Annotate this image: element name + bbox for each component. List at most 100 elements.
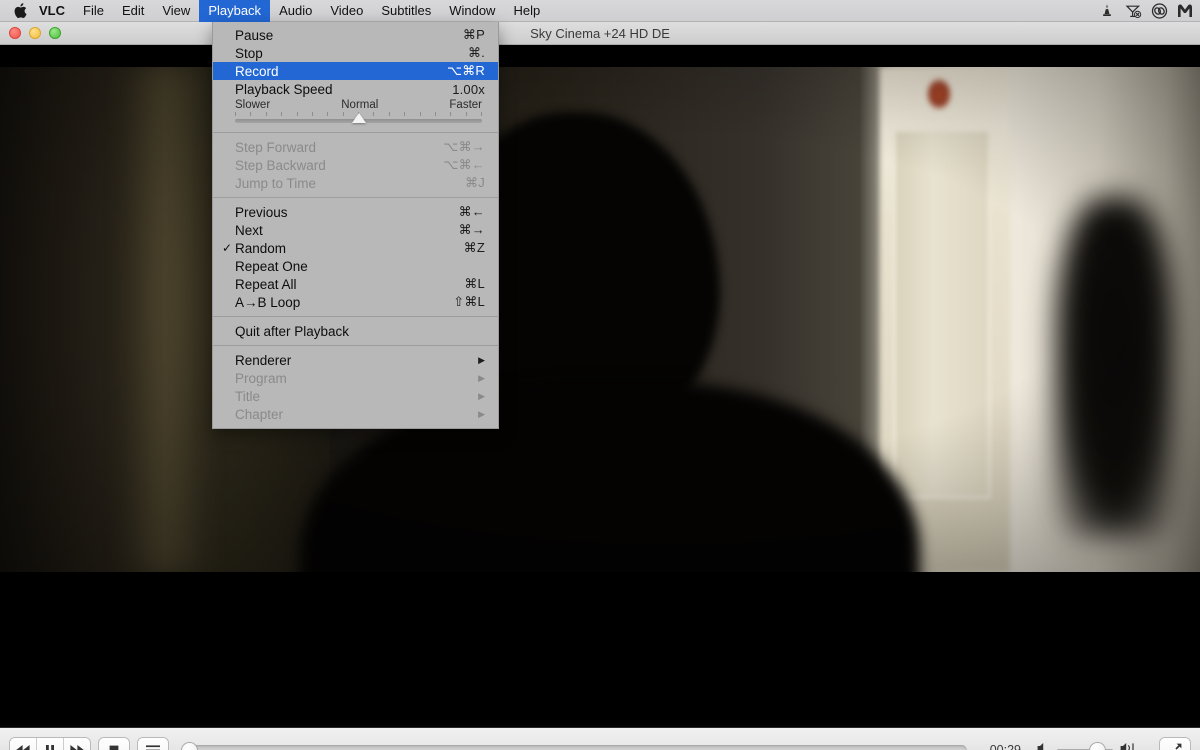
menu-item-shortcut: ⌘. <box>467 45 485 60</box>
minimize-button[interactable] <box>29 27 41 39</box>
menu-bar-item-view[interactable]: View <box>153 0 199 22</box>
playback-speed-slider[interactable]: Slower Normal Faster <box>213 98 498 127</box>
menu-item-pause[interactable]: Pause ⌘P <box>213 26 498 44</box>
menu-item-label: Previous <box>235 204 288 220</box>
menu-item-jump-to-time: Jump to Time ⌘J <box>213 174 498 192</box>
menu-item-label: Step Backward <box>235 157 326 173</box>
menu-item-label: Record <box>235 63 279 79</box>
speed-tick <box>327 112 329 116</box>
menu-item-shortcut: ⌘P <box>462 27 485 42</box>
menu-item-renderer[interactable]: Renderer ▶ <box>213 351 498 369</box>
seek-bar[interactable] <box>182 742 967 750</box>
menu-item-quit-after-playback[interactable]: Quit after Playback <box>213 322 498 340</box>
menu-item-step-backward: Step Backward ⌥⌘← <box>213 156 498 174</box>
menu-item-random[interactable]: ✓ Random ⌘Z <box>213 239 498 257</box>
menu-item-shortcut: ⌥⌘→ <box>443 139 485 154</box>
speed-tick <box>235 112 236 116</box>
menu-bar-item-vlc[interactable]: VLC <box>30 0 74 22</box>
menu-separator <box>213 132 498 133</box>
video-surface[interactable] <box>0 45 1200 727</box>
menu-bar-item-help[interactable]: Help <box>504 0 549 22</box>
menu-item-label: Renderer <box>235 352 292 368</box>
close-button[interactable] <box>9 27 21 39</box>
menu-bar-item-window[interactable]: Window <box>440 0 504 22</box>
menu-item-shortcut: 1.00x <box>452 81 485 97</box>
pause-button[interactable] <box>37 738 64 750</box>
menu-item-shortcut: ⌘→ <box>458 222 485 237</box>
menu-item-shortcut: ⌥⌘← <box>443 157 485 172</box>
zoom-button[interactable] <box>49 27 61 39</box>
menu-item-repeat-one[interactable]: Repeat One <box>213 257 498 275</box>
window-controls <box>0 27 61 39</box>
speed-tick <box>281 112 283 116</box>
menu-item-previous[interactable]: Previous ⌘← <box>213 203 498 221</box>
speed-label-center: Normal <box>341 99 379 111</box>
monitor-m-icon[interactable] <box>1172 0 1198 22</box>
menu-item-shortcut: ⌘← <box>458 204 485 219</box>
seek-knob[interactable] <box>182 742 197 750</box>
menu-item-label: Stop <box>235 45 263 61</box>
speed-label-left: Slower <box>235 99 271 111</box>
volume-control[interactable] <box>1037 741 1139 750</box>
speed-tick <box>434 112 436 116</box>
menu-bar-item-subtitles[interactable]: Subtitles <box>372 0 440 22</box>
menu-item-playback-speed[interactable]: Playback Speed 1.00x <box>213 80 498 98</box>
airdrop-disabled-icon[interactable] <box>1120 0 1146 22</box>
stop-button[interactable] <box>99 738 129 750</box>
menu-item-label: Pause <box>235 27 274 43</box>
menu-item-repeat-all[interactable]: Repeat All ⌘L <box>213 275 498 293</box>
speed-label-right: Faster <box>449 99 482 111</box>
menu-item-a-b-loop[interactable]: A→B Loop ⇧⌘L <box>213 293 498 311</box>
submenu-arrow-icon: ▶ <box>478 390 485 401</box>
menu-item-label: Jump to Time <box>235 175 317 191</box>
apple-logo-icon[interactable] <box>0 0 30 22</box>
fast-forward-button[interactable] <box>64 738 90 750</box>
menu-item-label: Playback Speed <box>235 81 333 97</box>
playlist-button[interactable] <box>138 738 168 750</box>
menu-item-next[interactable]: Next ⌘→ <box>213 221 498 239</box>
creative-cloud-icon[interactable] <box>1146 0 1172 22</box>
speed-tick <box>296 112 298 116</box>
menu-item-label: Program <box>235 370 287 386</box>
vlc-player-window: Sky Cinema +24 HD DE 00:29 <box>0 22 1200 750</box>
menu-bar-status-items <box>1094 0 1200 22</box>
speed-tick <box>250 112 252 116</box>
speed-tick <box>342 112 344 116</box>
speed-slider-thumb[interactable] <box>351 113 366 123</box>
letterbox-top <box>0 45 1200 67</box>
menu-item-checkmark: ✓ <box>222 241 233 255</box>
speed-tick <box>388 112 390 116</box>
window-title-bar[interactable]: Sky Cinema +24 HD DE <box>0 22 1200 45</box>
elapsed-time: 00:29 <box>989 743 1021 750</box>
menu-item-shortcut: ⌘L <box>464 276 485 291</box>
menu-item-step-forward: Step Forward ⌥⌘→ <box>213 138 498 156</box>
seek-track[interactable] <box>182 744 967 750</box>
menu-bar-item-file[interactable]: File <box>74 0 113 22</box>
menu-bar-item-audio[interactable]: Audio <box>270 0 321 22</box>
window-title: Sky Cinema +24 HD DE <box>530 26 670 41</box>
speed-slider-track[interactable] <box>235 113 482 123</box>
speed-tick <box>450 112 452 116</box>
speed-tick <box>265 112 267 116</box>
volume-high-icon <box>1120 741 1139 750</box>
menu-item-record[interactable]: Record ⌥⌘R <box>213 62 498 80</box>
vlc-cone-icon[interactable] <box>1094 0 1120 22</box>
menu-bar-item-edit[interactable]: Edit <box>113 0 153 22</box>
menu-item-shortcut: ⌘Z <box>463 240 485 255</box>
fullscreen-button[interactable] <box>1160 738 1190 750</box>
menu-item-label: Random <box>235 240 287 256</box>
speed-tick <box>311 112 313 116</box>
speed-tick <box>404 112 406 116</box>
menu-item-program: Program ▶ <box>213 369 498 387</box>
speed-tick <box>481 112 482 116</box>
volume-knob[interactable] <box>1090 742 1106 750</box>
rewind-button[interactable] <box>10 738 37 750</box>
menu-item-label: Repeat All <box>235 276 297 292</box>
speed-slider-legend: Slower Normal Faster <box>235 99 482 111</box>
menu-bar-item-playback[interactable]: Playback <box>199 0 271 22</box>
menu-bar-item-video[interactable]: Video <box>321 0 372 22</box>
menu-bar-items: VLC File Edit View Playback Audio Video Subtitl… <box>30 0 549 22</box>
menu-item-stop[interactable]: Stop ⌘. <box>213 44 498 62</box>
playback-menu-dropdown: Pause ⌘P Stop ⌘. Record ⌥⌘R Playback Speed 1.00… <box>212 22 499 429</box>
menu-separator <box>213 345 498 346</box>
